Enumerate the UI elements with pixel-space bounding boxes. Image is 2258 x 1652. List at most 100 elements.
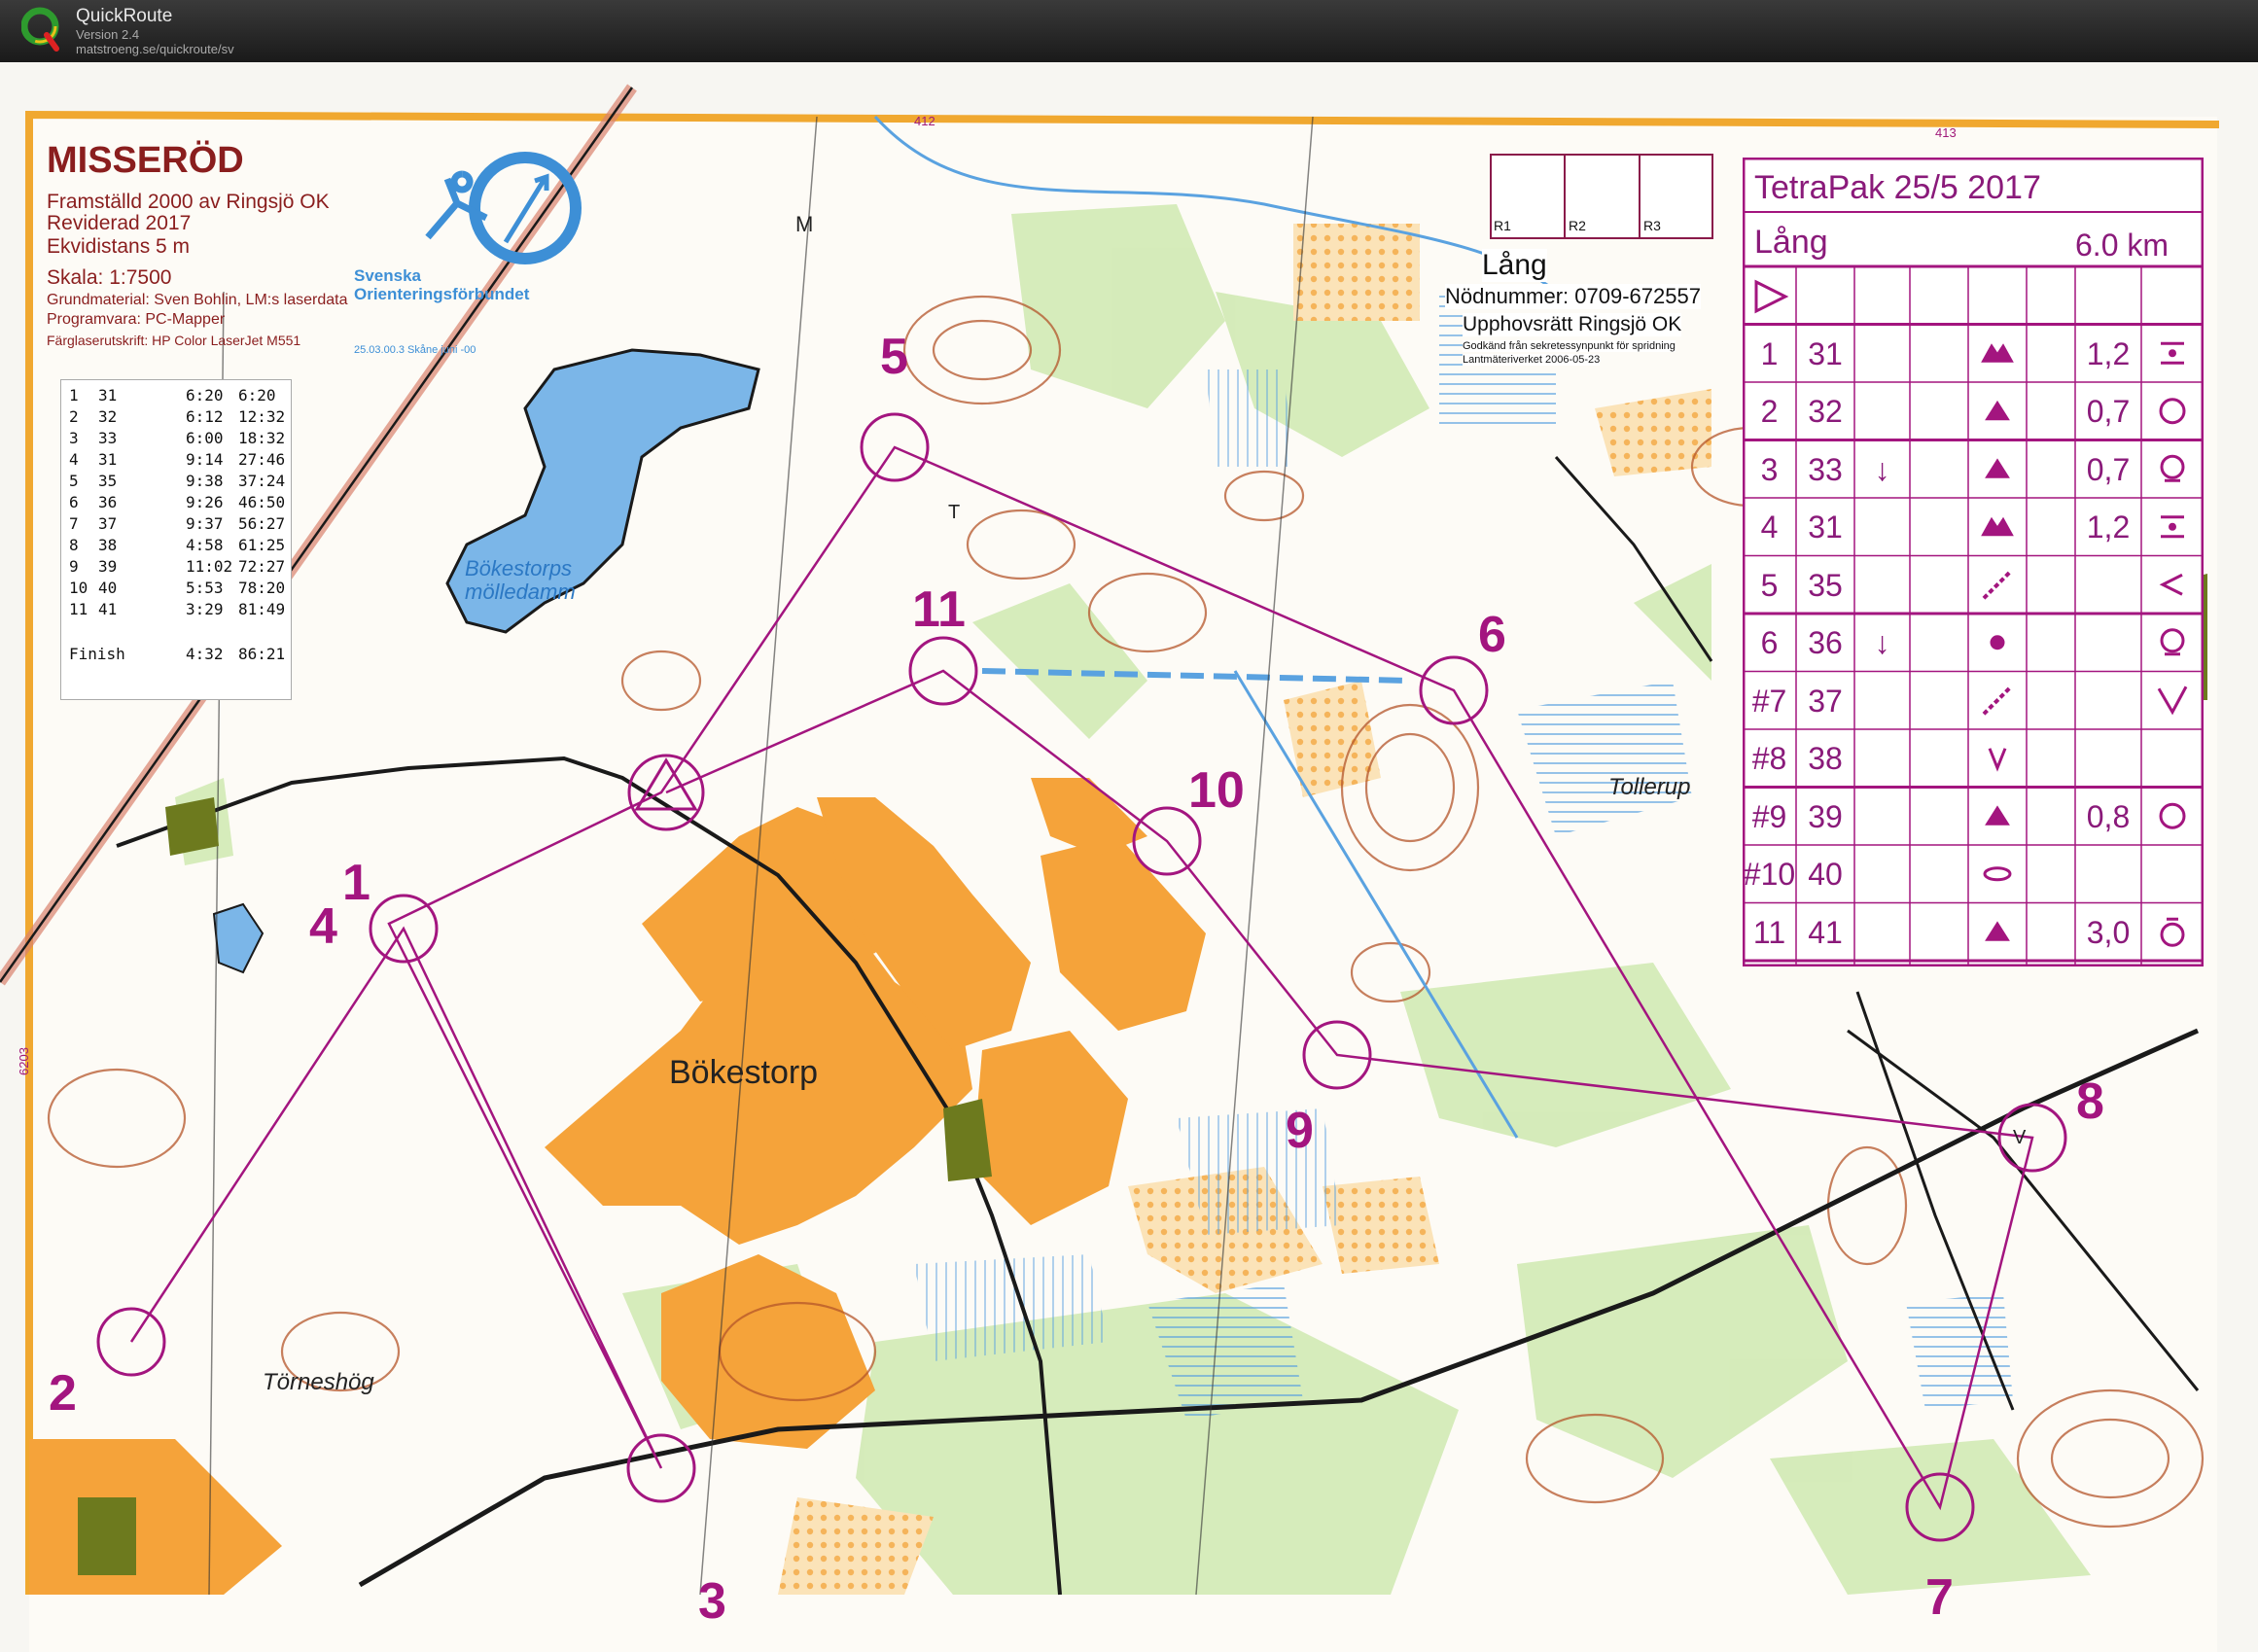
quickroute-logo-icon [21, 7, 59, 52]
control-code: 39 [1808, 798, 1843, 834]
approval-text: Godkänd från sekretessynpunkt för spridn… [1463, 340, 1676, 352]
control-dimension: 0,8 [2086, 798, 2131, 834]
emergency-number: Nödnummer: 0709-672557 [1445, 284, 1701, 309]
split-row: 11 41 3:29 81:49 [61, 600, 291, 620]
course-name: Lång [1754, 224, 1828, 261]
map-scale: Skala: 1:7500 [47, 266, 172, 289]
split-code: 31 [98, 386, 118, 404]
split-n: 11 [69, 600, 88, 618]
bend-position-icon [2159, 573, 2183, 596]
control-number-label: 5 [880, 329, 908, 385]
control-order: #7 [1751, 683, 1787, 719]
federation-line: Orienteringsförbundet [354, 285, 530, 303]
map-title: MISSERÖD [47, 140, 244, 181]
split-code: 35 [98, 472, 118, 490]
control-dimension: 0,7 [2086, 451, 2131, 487]
control-order: 6 [1760, 625, 1779, 660]
split-row: 2 32 6:12 12:32 [61, 407, 291, 428]
split-finish-row: Finish 4:32 86:21 [61, 645, 291, 665]
split-total: 78:20 [238, 579, 286, 597]
copyright-text: Upphovsrätt Ringsjö OK [1463, 313, 1682, 336]
split-leg: 6:12 [186, 407, 224, 426]
split-finish_label: Finish [69, 645, 125, 663]
map-info-line: Ekvidistans 5 m [47, 235, 191, 258]
knoll-icon [1985, 458, 2010, 478]
split-finish_leg: 4:32 [186, 645, 224, 663]
split-row: 7 37 9:37 56:27 [61, 514, 291, 535]
split-leg: 9:37 [186, 514, 224, 533]
r3-label: R3 [1643, 218, 1661, 233]
split-times-printout: 1 31 6:20 6:20 2 32 6:12 12:32 3 33 6:00 18:32 4 31 9:… [60, 379, 292, 700]
split-finish_total: 86:21 [238, 645, 286, 663]
orienteering-map-scan[interactable]: 1 2 3 4 5 6 7 8 9 10 11 412 413 6203 MISSERÖD Fram… [0, 62, 2258, 1652]
control-dimension: 1,2 [2086, 510, 2131, 545]
split-leg: 6:20 [186, 386, 224, 404]
split-code: 41 [98, 600, 118, 618]
split-total: 27:46 [238, 450, 286, 469]
map-letter: M [795, 212, 814, 236]
app-version: Version 2.4 [76, 27, 140, 42]
place-name: Bökestorp [669, 1054, 819, 1091]
approval-text-2: Lantmäteriverket 2006-05-23 [1463, 354, 1601, 366]
dot-icon [1990, 635, 2005, 650]
control-number-label: 1 [342, 855, 370, 911]
junction-position-icon [2157, 685, 2188, 716]
control-direction: ↓ [1874, 451, 1890, 487]
split-total: 81:49 [238, 600, 286, 618]
federation-name: Svenska Orienteringsförbundet [354, 266, 529, 303]
split-n: 9 [69, 557, 79, 576]
split-total: 72:27 [238, 557, 286, 576]
control-code: 37 [1808, 683, 1843, 719]
ditch-icon [1982, 569, 2013, 600]
control-direction: ↓ [1874, 625, 1890, 660]
ditch-icon [1982, 685, 2013, 716]
map-info-small: Grundmaterial: Sven Bohlin, LM:s laserda… [47, 292, 348, 308]
control-number-label: 9 [1286, 1103, 1314, 1159]
control-number-label: 4 [309, 898, 337, 955]
split-code: 32 [98, 407, 118, 426]
split-n: 6 [69, 493, 79, 511]
control-number-label: 7 [1925, 1569, 1954, 1626]
ellipse-icon [1983, 866, 2012, 882]
split-leg: 11:02 [186, 557, 233, 576]
control-order: 4 [1760, 510, 1779, 545]
grid-label-6203: 6203 [16, 1047, 31, 1075]
r2-label: R2 [1569, 218, 1586, 233]
app-url[interactable]: matstroeng.se/quickroute/sv [76, 42, 234, 56]
split-total: 12:32 [238, 407, 286, 426]
control-code: 41 [1808, 914, 1843, 950]
control-order: 2 [1760, 394, 1779, 429]
control-code: 40 [1808, 857, 1843, 892]
split-leg: 9:26 [186, 493, 224, 511]
knolls-icon [1981, 516, 2014, 537]
control-order: #8 [1751, 741, 1787, 776]
split-code: 38 [98, 536, 118, 554]
r-box-grid [1490, 154, 1713, 239]
control-dimension: 3,0 [2086, 914, 2131, 950]
control-dimension: 1,2 [2086, 335, 2131, 371]
rights-course-name: Lång [1482, 249, 1547, 282]
knoll-icon [1985, 921, 2010, 941]
split-n: 4 [69, 450, 79, 469]
place-name: Bökestorps [465, 556, 573, 580]
split-code: 37 [98, 514, 118, 533]
split-row: 3 33 6:00 18:32 [61, 429, 291, 449]
control-number-label: 10 [1188, 762, 1245, 819]
control-order: 1 [1760, 335, 1779, 371]
split-row: 5 35 9:38 37:24 [61, 472, 291, 492]
split-code: 31 [98, 450, 118, 469]
split-row: 10 40 5:53 78:20 [61, 579, 291, 599]
control-description-sheet [1743, 158, 2204, 967]
split-total: 61:25 [238, 536, 286, 554]
federation-logo-icon [425, 152, 582, 264]
knolls-icon [1981, 343, 2014, 363]
split-total: 6:20 [238, 386, 276, 404]
control-description-grid [1743, 158, 2204, 967]
split-n: 1 [69, 386, 79, 404]
split-code: 40 [98, 579, 118, 597]
grid-label-412: 412 [914, 114, 935, 128]
control-order: 3 [1760, 451, 1779, 487]
control-code: 31 [1808, 510, 1843, 545]
knoll-icon [1985, 400, 2010, 421]
map-info-line: Reviderad 2017 [47, 212, 192, 234]
